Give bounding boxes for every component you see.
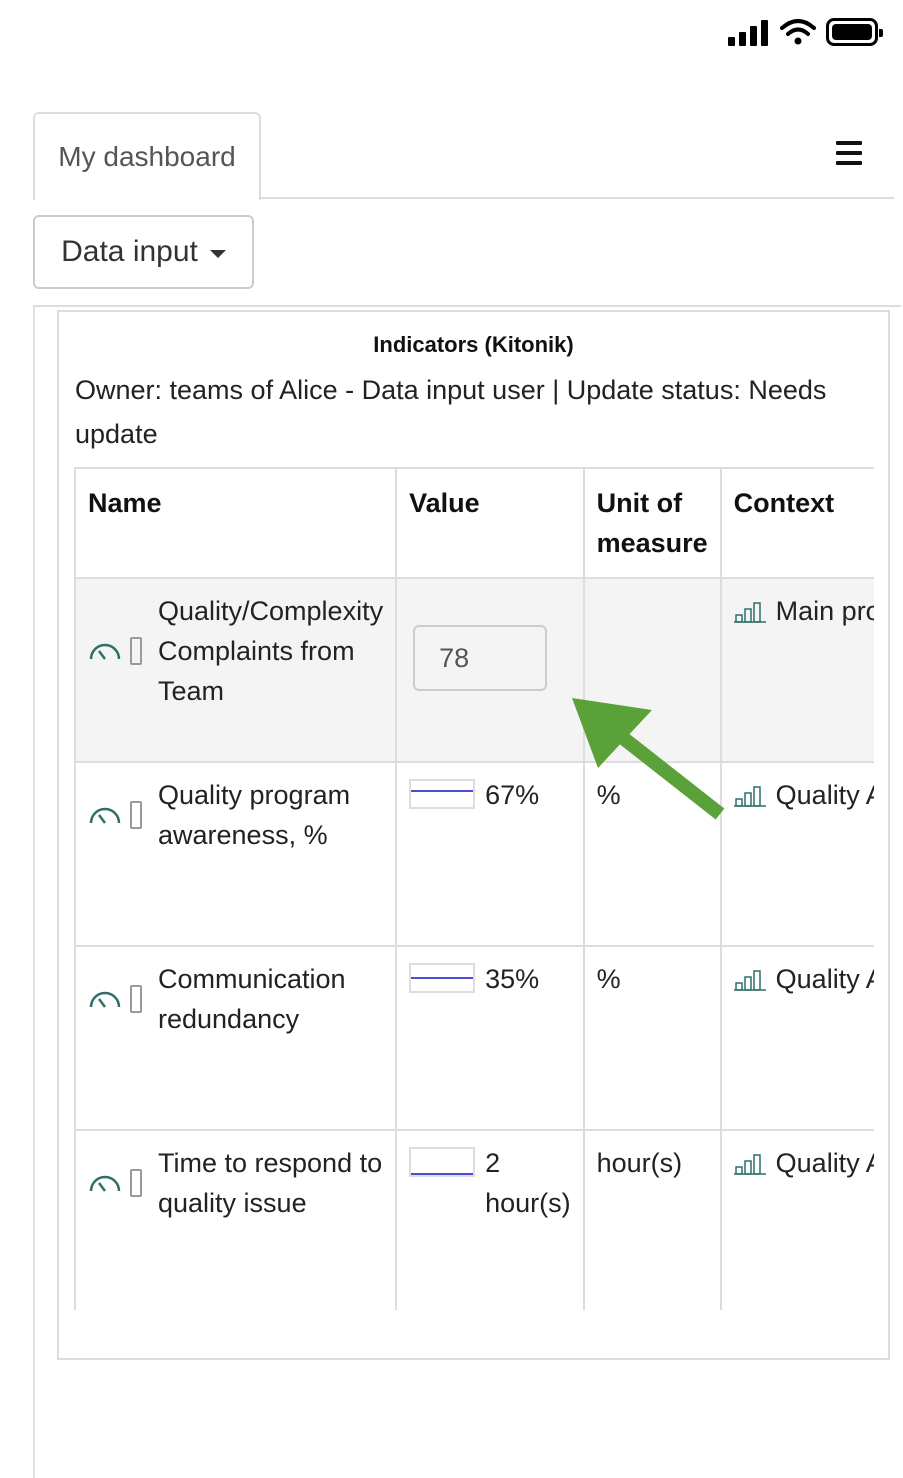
name-cell: Time to respond to quality issue [74,1129,398,1310]
tab-label: My dashboard [58,141,236,172]
value-cell: 2 hour(s) [395,1129,585,1310]
gauge-icon[interactable] [88,640,122,662]
column-header-context[interactable]: Context [719,467,874,579]
unit-cell: % [582,945,722,1131]
indicator-name[interactable]: Quality/Complexity Complaints from Team [154,591,383,711]
value-cell: 35% [395,945,585,1131]
column-header-name[interactable]: Name [74,467,398,579]
table-row: Quality program awareness, % 67% % Quali… [74,761,874,947]
context-text[interactable]: Quality Awareness [Quality Score] [776,959,874,999]
checkbox[interactable] [130,985,142,1013]
indicator-name[interactable]: Time to respond to quality issue [154,1143,383,1223]
indicator-name[interactable]: Quality program awareness, % [154,775,383,855]
value-cell: 67% [395,761,585,947]
cellular-signal-icon [728,20,770,46]
gauge-icon[interactable] [88,804,122,826]
name-cell: Quality/Complexity Complaints from Team [74,577,398,763]
sparkline[interactable] [409,963,476,993]
value-text: 35% [485,964,540,994]
data-input-dropdown[interactable]: Data input [33,215,254,289]
tab-my-dashboard[interactable]: My dashboard [33,112,261,200]
checkbox[interactable] [130,637,142,665]
tab-divider [260,197,894,199]
context-cell: Quality Awareness [Quality Score] [719,1129,874,1310]
indicators-panel: Indicators (Kitonik) Owner: teams of Ali… [57,310,890,1360]
indicators-table: Name Value Unit of measure Context Quali… [74,467,874,1310]
column-header-unit[interactable]: Unit of measure [582,467,722,579]
context-text[interactable]: Main product [Quality Score] [776,591,874,631]
checkbox[interactable] [130,1169,142,1197]
bar-chart-icon[interactable] [733,783,768,807]
indicators-table-container[interactable]: Name Value Unit of measure Context Quali… [74,467,874,1310]
name-cell: Communication redundancy [74,945,398,1131]
value-cell: 78 [395,577,585,763]
panel-title: Indicators (Kitonik) [373,332,574,357]
content-divider [33,305,901,307]
table-row: Time to respond to quality issue 2 hour(… [74,1129,874,1310]
hamburger-menu-icon[interactable] [834,138,866,170]
indicator-name[interactable]: Communication redundancy [154,959,383,1039]
column-header-value[interactable]: Value [395,467,585,579]
context-text[interactable]: Quality Awareness [Quality Score] [776,775,874,815]
name-cell: Quality program awareness, % [74,761,398,947]
context-text[interactable]: Quality Awareness [Quality Score] [776,1143,874,1183]
bar-chart-icon[interactable] [733,1151,768,1175]
context-cell: Main product [Quality Score] [719,577,874,763]
status-bar [0,0,903,70]
gauge-icon[interactable] [88,1172,122,1194]
value-text: 67% [485,780,540,810]
wifi-icon [780,19,816,45]
value-input[interactable]: 78 [413,625,548,691]
panel-owner-status: Owner: teams of Alice - Data input user … [75,375,827,449]
annotation-arrow-icon [572,698,725,820]
sparkline[interactable] [409,779,476,809]
sparkline[interactable] [409,1147,476,1177]
battery-icon [826,18,883,46]
context-cell: Quality Awareness [Quality Score] [719,761,874,947]
table-row: Communication redundancy 35% % Quality [74,945,874,1131]
dropdown-label: Data input [61,235,198,268]
table-row: Quality/Complexity Complaints from Team … [74,577,874,763]
bar-chart-icon[interactable] [733,599,768,623]
unit-cell: hour(s) [582,1129,722,1310]
bar-chart-icon[interactable] [733,967,768,991]
caret-down-icon [209,250,226,258]
content-left-border [33,307,35,1478]
value-text: 2 hour(s) [485,1148,571,1218]
context-cell: Quality Awareness [Quality Score] [719,945,874,1131]
gauge-icon[interactable] [88,988,122,1010]
checkbox[interactable] [130,801,142,829]
